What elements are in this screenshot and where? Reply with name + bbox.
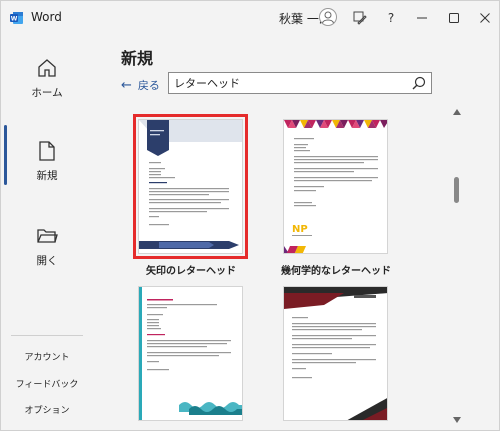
back-arrow-icon: ← [121,77,132,93]
home-icon [38,59,56,77]
folder-icon [37,229,58,243]
template-thumbnail-geometric[interactable]: NP [283,119,388,254]
word-window: W Word 秋葉 一郎 ? ホーム 新規 開く アカウント フィードバック オ… [0,0,500,431]
new-document-icon [39,141,55,161]
svg-text:W: W [11,16,18,23]
geometric-letterhead-preview: NP [284,120,387,253]
template-search-input[interactable] [169,73,407,93]
nav-open-label: 開く [36,255,58,267]
gallery-scrollbar[interactable] [451,107,463,427]
back-button[interactable]: ← 戻る [121,75,160,95]
scroll-down-icon[interactable] [453,417,461,423]
avatar-icon[interactable] [319,8,337,26]
pen-icon[interactable] [350,8,370,28]
back-label: 戻る [137,79,160,92]
nav-divider [11,335,83,336]
search-icon[interactable] [411,75,427,91]
page-title: 新規 [121,49,154,68]
nav-home-label: ホーム [31,87,63,99]
nav-new-label: 新規 [36,170,58,182]
help-icon[interactable]: ? [381,8,401,28]
nav-new[interactable]: 新規 [1,140,93,212]
template-thumbnail-teal[interactable] [138,286,243,421]
darkred-letterhead-preview [284,287,387,420]
template-thumbnail-darkred[interactable] [283,286,388,421]
new-document-pane: 新規 ← 戻る レターヘッド 矢印のレターヘッド NP 幾何学的なレターヘッド [93,35,499,430]
np-logo: NP [292,224,308,235]
title-bar: W Word 秋葉 一郎 ? [1,1,499,35]
template-label-geometric: 幾何学的なレターヘッド [281,266,391,277]
nav-open[interactable]: 開く [1,225,93,297]
nav-home[interactable]: ホーム [1,57,93,129]
template-thumbnail-arrow[interactable] [133,114,248,259]
template-label-arrow: 矢印のレターヘッド [146,266,236,277]
app-title: Word [31,10,62,24]
word-logo-icon: W [10,12,23,24]
help-label: ? [387,11,395,25]
scrollbar-thumb[interactable] [454,177,459,203]
nav-feedback[interactable]: フィードバック [1,377,93,390]
scroll-up-icon[interactable] [453,109,461,115]
template-gallery: 矢印のレターヘッド NP 幾何学的なレターヘッド [93,105,499,430]
maximize-icon[interactable] [444,8,464,28]
teal-letterhead-preview [139,287,242,420]
arrow-letterhead-preview [139,120,242,249]
backstage-sidebar: ホーム 新規 開く アカウント フィードバック オプション [1,35,93,430]
template-search-box [168,72,432,94]
minimize-icon[interactable] [412,8,432,28]
close-icon[interactable] [475,8,495,28]
nav-options[interactable]: オプション [1,403,93,416]
nav-account[interactable]: アカウント [1,350,93,363]
